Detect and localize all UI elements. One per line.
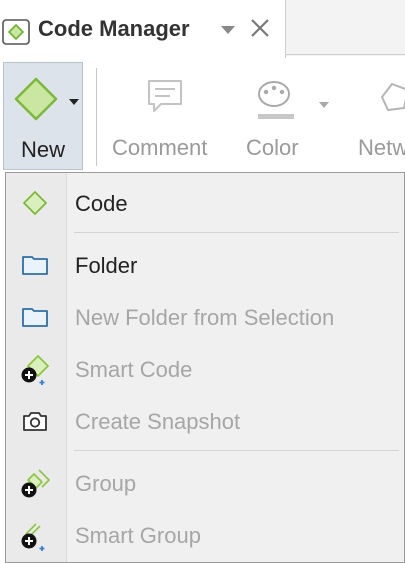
group-add-icon xyxy=(20,468,50,498)
menu-item-label: Smart Group xyxy=(75,523,201,548)
ribbon: New Comment Color Netw xyxy=(0,58,405,170)
palette-icon xyxy=(254,80,298,129)
smart-group-icon xyxy=(20,520,50,551)
menu-item-smart-code[interactable]: Smart Code xyxy=(6,343,404,393)
menu-item-label: New Folder from Selection xyxy=(75,305,335,330)
new-button[interactable]: New xyxy=(3,62,83,170)
menu-item-label: Code xyxy=(75,191,128,216)
tab-code-manager[interactable]: Code Manager xyxy=(0,0,286,58)
new-button-label: New xyxy=(20,137,65,162)
smart-code-icon xyxy=(20,354,50,385)
menu-separator xyxy=(74,450,399,451)
comment-icon xyxy=(146,78,184,121)
menu-item-label: Smart Code xyxy=(75,357,193,382)
comment-label: Comment xyxy=(112,135,208,160)
network-icon xyxy=(378,80,405,119)
menu-item-create-snapshot[interactable]: Create Snapshot xyxy=(6,395,404,445)
color-button[interactable]: Color xyxy=(240,58,340,170)
network-button[interactable]: Netw xyxy=(354,58,405,170)
menu-item-label: Folder xyxy=(75,253,138,278)
menu-item-folder[interactable]: Folder xyxy=(6,239,404,289)
ribbon-separator xyxy=(96,68,97,166)
tab-bar: Code Manager xyxy=(0,0,405,58)
menu-separator xyxy=(74,232,399,233)
menu-item-new-folder-from-selection[interactable]: New Folder from Selection xyxy=(6,291,404,341)
tab-bar-divider xyxy=(286,54,405,55)
folder-icon xyxy=(20,302,50,332)
code-diamond-icon xyxy=(20,188,50,218)
code-diamond-icon xyxy=(2,17,32,47)
chevron-down-icon xyxy=(68,93,80,105)
chevron-down-icon[interactable] xyxy=(219,23,237,35)
network-label: Netw xyxy=(358,135,405,160)
menu-item-group[interactable]: Group xyxy=(6,457,404,507)
menu-item-label: Group xyxy=(75,471,137,496)
camera-icon xyxy=(20,406,50,436)
menu-item-code[interactable]: Code xyxy=(6,177,404,227)
close-icon[interactable] xyxy=(248,16,272,40)
new-dropdown-menu: Code Folder New Folder from Selection Sm… xyxy=(5,172,405,563)
chevron-down-icon xyxy=(318,96,330,114)
comment-button[interactable]: Comment xyxy=(108,58,224,170)
menu-item-label: Create Snapshot xyxy=(75,409,241,434)
code-diamond-icon xyxy=(12,75,60,123)
folder-icon xyxy=(20,250,50,280)
menu-item-smart-group[interactable]: Smart Group xyxy=(6,509,404,559)
color-label: Color xyxy=(246,135,299,160)
tab-title: Code Manager xyxy=(38,16,190,41)
